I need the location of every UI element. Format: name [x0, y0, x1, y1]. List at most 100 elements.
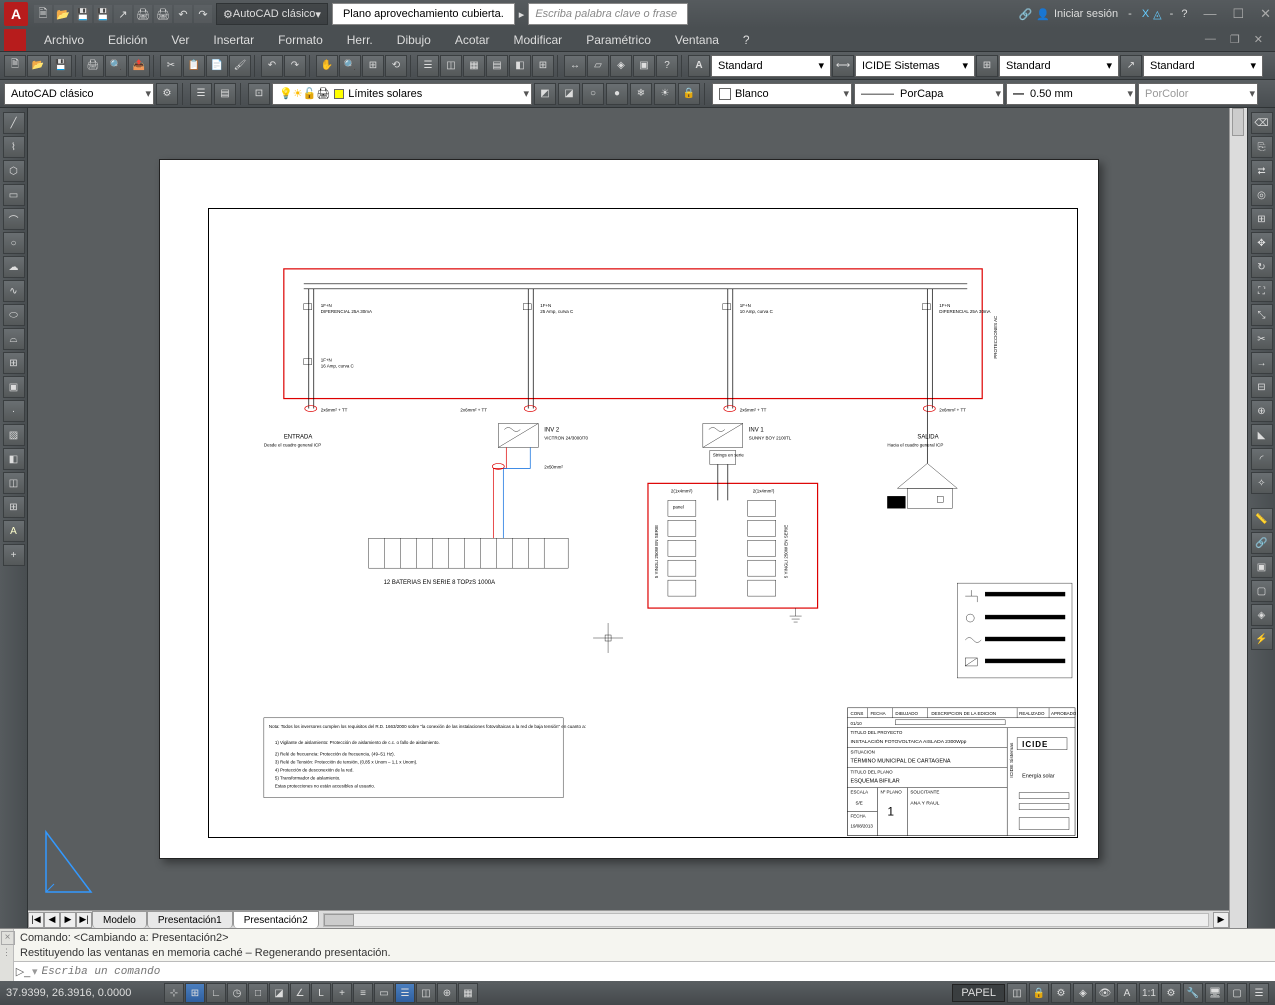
arc-icon[interactable]: ⌒	[3, 208, 25, 230]
publish-icon[interactable]: 📤	[128, 55, 150, 77]
pan-icon[interactable]: ✋	[316, 55, 338, 77]
cut-icon[interactable]: ✂	[160, 55, 182, 77]
trim-icon[interactable]: ✂	[1251, 328, 1273, 350]
signin-label[interactable]: Iniciar sesión	[1054, 8, 1118, 20]
copy-icon[interactable]: 📋	[183, 55, 205, 77]
zoomwin-icon[interactable]: ⊞	[362, 55, 384, 77]
monitor-icon[interactable]: 🖥	[1205, 983, 1225, 1003]
grid-icon[interactable]: ⊞	[185, 983, 205, 1003]
plot-preview-icon[interactable]: 🖨	[154, 5, 172, 23]
menu-ventana[interactable]: Ventana	[663, 28, 731, 52]
tray-icon[interactable]: 🔧	[1183, 983, 1203, 1003]
menu-dibujo[interactable]: Dibujo	[385, 28, 443, 52]
hscroll-right-icon[interactable]: ▶	[1213, 912, 1229, 928]
gradient-icon[interactable]: ◧	[3, 448, 25, 470]
xchange-x-icon[interactable]: X	[1142, 8, 1149, 20]
mleader-icon[interactable]: ↗	[1120, 55, 1142, 77]
tab-prev-icon[interactable]: ◀	[44, 912, 60, 928]
dim-style-combo[interactable]: ICIDE Sistemas▾	[855, 55, 975, 77]
rotate-icon[interactable]: ↻	[1251, 256, 1273, 278]
qp-icon[interactable]: ☰	[395, 983, 415, 1003]
menu-ver[interactable]: Ver	[159, 28, 201, 52]
layoff-icon[interactable]: ○	[582, 83, 604, 105]
preview-icon[interactable]: 🔍	[105, 55, 127, 77]
ssm-icon[interactable]: ◈	[610, 55, 632, 77]
area-icon[interactable]: ▱	[587, 55, 609, 77]
exchange-icon[interactable]: 🔗	[1019, 8, 1033, 21]
array-icon[interactable]: ⊞	[1251, 208, 1273, 230]
cmd-close-icon[interactable]: ×	[1, 931, 15, 945]
print-icon[interactable]: 🖨	[134, 5, 152, 23]
sheet-icon[interactable]: ▤	[486, 55, 508, 77]
text-icon[interactable]: A	[688, 55, 710, 77]
dim-icon[interactable]: ⟷	[832, 55, 854, 77]
am-icon[interactable]: ⊕	[437, 983, 457, 1003]
open2-icon[interactable]: 📂	[27, 55, 49, 77]
custom-icon[interactable]: ☰	[1249, 983, 1269, 1003]
offset-icon[interactable]: ◎	[1251, 184, 1273, 206]
vertical-scrollbar[interactable]	[1229, 108, 1247, 928]
search-input[interactable]: Escriba palabra clave o frase	[528, 3, 688, 25]
menu-insertar[interactable]: Insertar	[201, 28, 266, 52]
plotstyle-combo[interactable]: PorColor▾	[1138, 83, 1258, 105]
cmd-handle-icon[interactable]: ⋮	[2, 947, 11, 958]
markup-icon[interactable]: ◧	[509, 55, 531, 77]
layer-props-icon[interactable]: ☰	[190, 83, 212, 105]
insert-icon[interactable]: ⊞	[3, 352, 25, 374]
paper-space[interactable]: PROTECCIONES AC	[28, 108, 1229, 910]
menu-herr[interactable]: Herr.	[335, 28, 385, 52]
laylck-icon[interactable]: 🔒	[678, 83, 700, 105]
osnap-icon[interactable]: □	[248, 983, 268, 1003]
revcloud-icon[interactable]: ☁	[3, 256, 25, 278]
qselect-icon[interactable]: ⚡	[1251, 628, 1273, 650]
undo2-icon[interactable]: ↶	[261, 55, 283, 77]
redo-icon[interactable]: ↷	[194, 5, 212, 23]
block2-icon[interactable]: ▣	[3, 376, 25, 398]
menu-help[interactable]: ?	[731, 28, 762, 52]
measure-icon[interactable]: 📏	[1251, 508, 1273, 530]
hscroll-thumb[interactable]	[324, 914, 354, 926]
copy2-icon[interactable]: ⎘	[1251, 136, 1273, 158]
ortho-icon[interactable]: ∟	[206, 983, 226, 1003]
horizontal-scrollbar[interactable]	[323, 913, 1209, 927]
command-input[interactable]	[38, 966, 1275, 978]
block-icon[interactable]: ▣	[633, 55, 655, 77]
doc-minimize-icon[interactable]: —	[1205, 33, 1216, 46]
layiso-icon[interactable]: ◩	[534, 83, 556, 105]
mtext-icon[interactable]: A	[3, 520, 25, 542]
app-menu-icon[interactable]	[4, 29, 26, 51]
app-logo[interactable]: A	[4, 2, 28, 26]
line-icon[interactable]: ╱	[3, 112, 25, 134]
ungroup-icon[interactable]: ▢	[1251, 580, 1273, 602]
layer-states-icon[interactable]: ▤	[214, 83, 236, 105]
match-icon[interactable]: 🖌	[229, 55, 251, 77]
ws-settings-icon[interactable]: ⚙	[156, 83, 178, 105]
linetype-combo[interactable]: ———PorCapa▾	[854, 83, 1004, 105]
layuniso-icon[interactable]: ◪	[558, 83, 580, 105]
props-icon[interactable]: ☰	[417, 55, 439, 77]
ann-auto-icon[interactable]: A	[1117, 983, 1137, 1003]
tpy-icon[interactable]: ▭	[374, 983, 394, 1003]
ann-vis-icon[interactable]: 👁	[1095, 983, 1115, 1003]
explode-icon[interactable]: ✧	[1251, 472, 1273, 494]
ellipse-icon[interactable]: ⬭	[3, 304, 25, 326]
lineweight-combo[interactable]: —0.50 mm▾	[1006, 83, 1136, 105]
layon-icon[interactable]: ●	[606, 83, 628, 105]
zoom-icon[interactable]: 🔍	[339, 55, 361, 77]
print2-icon[interactable]: 🖨	[82, 55, 104, 77]
menu-acotar[interactable]: Acotar	[443, 28, 502, 52]
break-icon[interactable]: ⊟	[1251, 376, 1273, 398]
redo2-icon[interactable]: ↷	[284, 55, 306, 77]
selsim-icon[interactable]: ◈	[1251, 604, 1273, 626]
space-indicator[interactable]: PAPEL	[952, 984, 1005, 1002]
mirror-icon[interactable]: ⮂	[1251, 160, 1273, 182]
menu-modificar[interactable]: Modificar	[502, 28, 575, 52]
spline-icon[interactable]: ∿	[3, 280, 25, 302]
ann-scale-icon[interactable]: 1:1	[1139, 983, 1159, 1003]
ellipsearc-icon[interactable]: ⌓	[3, 328, 25, 350]
color-combo[interactable]: Blanco▾	[712, 83, 852, 105]
hw-icon[interactable]: ⚙	[1051, 983, 1071, 1003]
workspace-combo[interactable]: AutoCAD clásico▾	[4, 83, 154, 105]
ws2-icon[interactable]: ⚙	[1161, 983, 1181, 1003]
tab-presentacion1[interactable]: Presentación1	[147, 911, 233, 928]
